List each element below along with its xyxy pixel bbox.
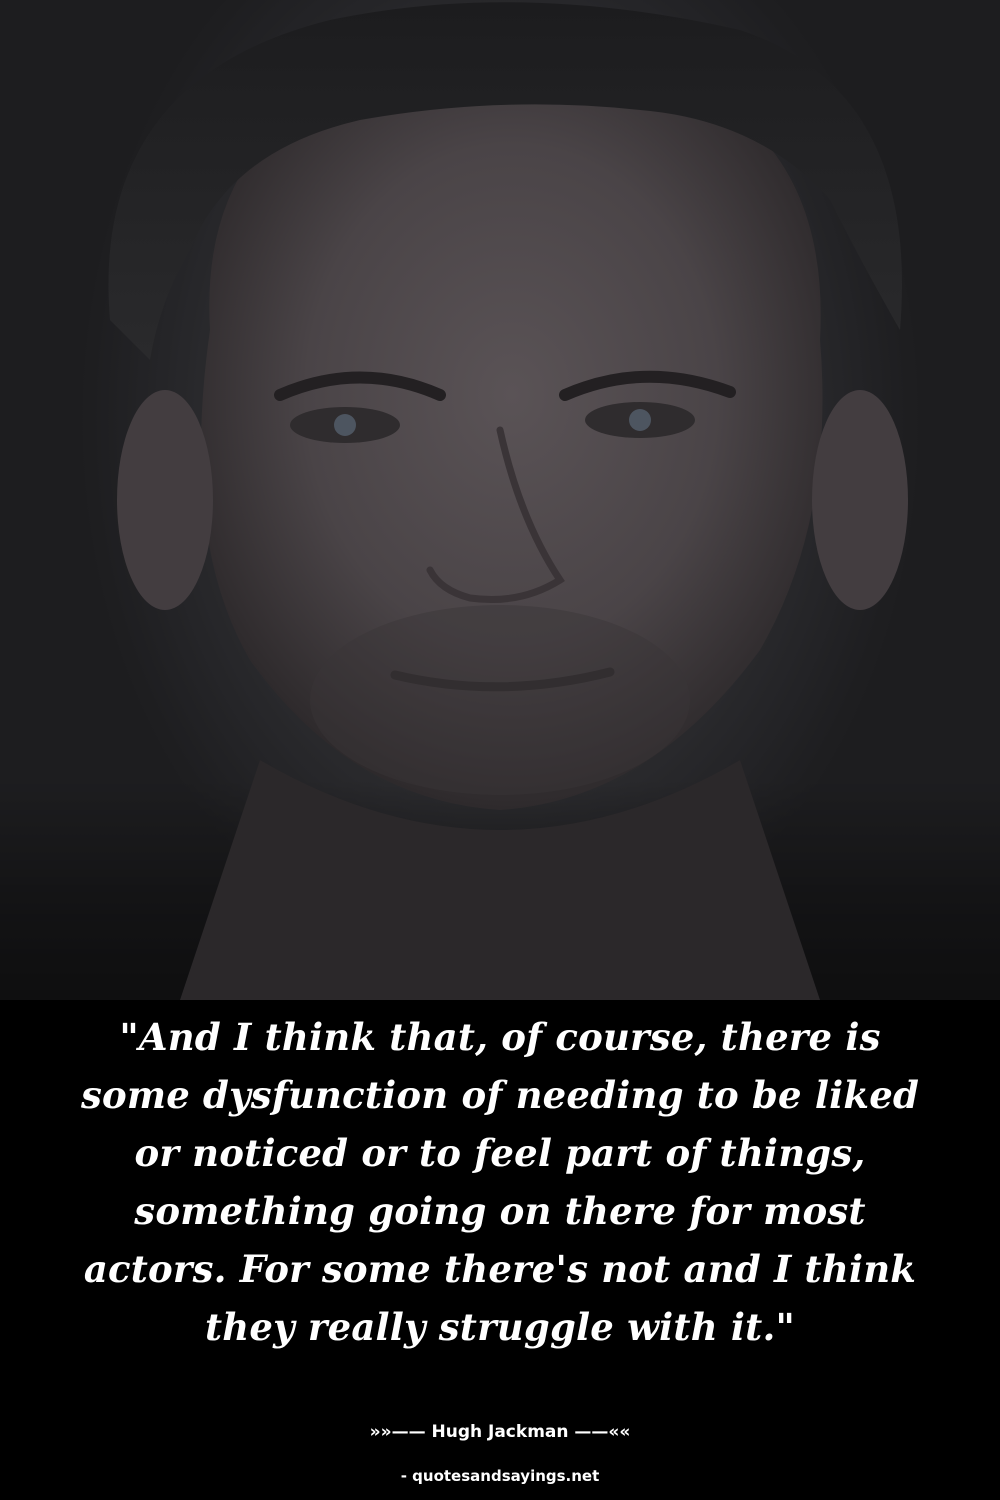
- source-credit: - quotesandsayings.net: [400, 1467, 600, 1485]
- quote-poster: "And I think that, of course, there is s…: [0, 0, 1000, 1500]
- quote-text: "And I think that, of course, there is s…: [80, 1015, 920, 1349]
- quote-author: »»—— Hugh Jackman ——««: [369, 1422, 631, 1442]
- portrait-photo: [0, 0, 1000, 1000]
